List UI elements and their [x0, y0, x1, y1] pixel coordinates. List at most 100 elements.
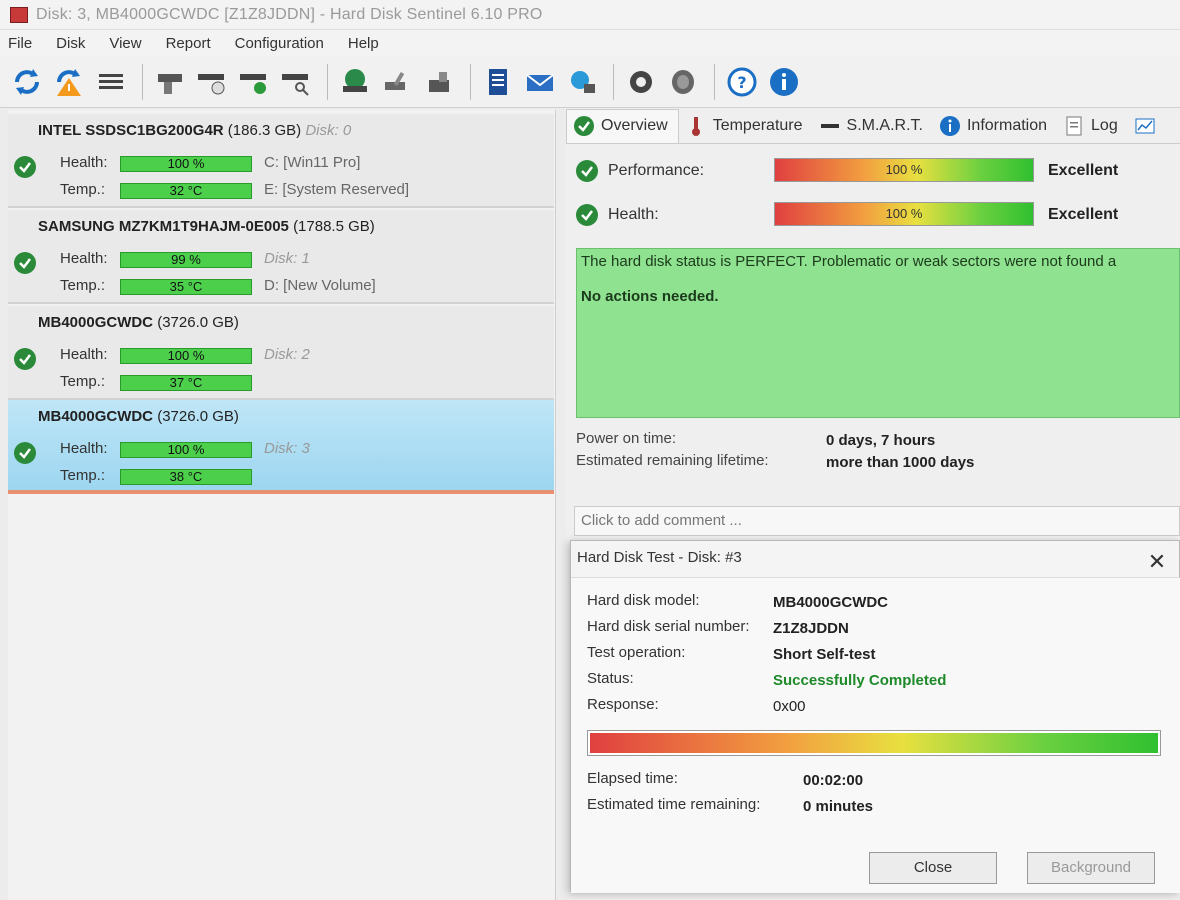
tab-information[interactable]: Information: [933, 109, 1057, 143]
info-button[interactable]: [765, 63, 803, 101]
toolbar-separator: [714, 63, 715, 100]
tab-overview[interactable]: Overview: [566, 108, 679, 143]
tab-label: Temperature: [712, 116, 803, 134]
disk-list-icon: [99, 73, 123, 89]
speaker-button[interactable]: [664, 63, 702, 101]
background-button[interactable]: Background: [1027, 852, 1155, 884]
menu-report[interactable]: Report: [166, 35, 211, 52]
mail-button[interactable]: [521, 63, 559, 101]
status-value: Successfully Completed: [773, 672, 947, 689]
speaker-icon: [672, 69, 694, 94]
operation-label: Test operation:: [587, 644, 686, 661]
check-icon: [576, 160, 598, 182]
power-on-label: Power on time:: [576, 430, 677, 447]
health-bar: 100 %: [120, 156, 252, 172]
model-value: MB4000GCWDC: [773, 594, 889, 611]
settings-button[interactable]: [622, 63, 660, 101]
network-icon: [571, 70, 595, 93]
alert-refresh-button[interactable]: [50, 63, 88, 101]
menu-disk[interactable]: Disk: [56, 35, 85, 52]
close-icon[interactable]: ✕: [1145, 551, 1169, 575]
temp-label: Temp.:: [60, 181, 106, 198]
performance-bar: 100 %: [774, 158, 1034, 182]
check-icon: [14, 442, 36, 464]
partition-label: D: [New Volume]: [264, 277, 376, 294]
check-icon: [576, 204, 598, 226]
response-label: Response:: [587, 696, 659, 713]
toolbar-separator: [327, 63, 328, 100]
help-button[interactable]: ?: [723, 63, 761, 101]
health-bar: 100 %: [120, 348, 252, 364]
menu-bar: File Disk View Report Configuration Help: [0, 30, 1180, 56]
disk-search-button[interactable]: [277, 63, 315, 101]
health-bar: 100 %: [774, 202, 1034, 226]
disk-number: Disk: 3: [264, 440, 310, 457]
performance-row: Performance:: [576, 160, 704, 182]
disk-list-panel: INTEL SSDSC1BG200G4R (186.3 GB) Disk: 0 …: [8, 110, 556, 900]
tab-temperature[interactable]: Temperature: [679, 109, 813, 143]
tab-bar: Overview Temperature S.M.A.R.T. Informat…: [566, 108, 1180, 144]
app-icon: [10, 6, 28, 23]
disk-schedule-button[interactable]: [193, 63, 231, 101]
temp-bar: 32 °C: [120, 183, 252, 199]
operation-value: Short Self-test: [773, 646, 876, 663]
globe-disk-button[interactable]: [336, 63, 374, 101]
lifetime-value: more than 1000 days: [826, 454, 975, 471]
menu-view[interactable]: View: [109, 35, 141, 52]
smart-icon: [820, 123, 839, 128]
disk-schedule-icon: [198, 73, 225, 94]
disk-info-button[interactable]: [151, 63, 189, 101]
menu-configuration[interactable]: Configuration: [235, 35, 324, 52]
temp-bar: 35 °C: [120, 279, 252, 295]
disk-capacity: (186.3 GB): [227, 122, 302, 139]
tab-smart[interactable]: S.M.A.R.T.: [813, 109, 933, 143]
tab-label: S.M.A.R.T.: [846, 116, 923, 134]
disk-entry-2[interactable]: MB4000GCWDC (3726.0 GB) Health: 100 % Di…: [8, 306, 554, 400]
network-button[interactable]: [563, 63, 601, 101]
close-button[interactable]: Close: [869, 852, 997, 884]
elapsed-value: 00:02:00: [803, 772, 864, 789]
temp-bar: 37 °C: [120, 375, 252, 391]
disk-title: MB4000GCWDC (3726.0 GB): [38, 314, 239, 331]
dialog-body: Hard disk model: MB4000GCWDC Hard disk s…: [571, 577, 1180, 893]
dialog-title: Hard Disk Test - Disk: #3: [577, 549, 742, 566]
progress-fill: [590, 733, 1158, 753]
health-bar: 99 %: [120, 252, 252, 268]
chart-icon: [1135, 118, 1155, 133]
disk-tools-icon: [385, 71, 405, 90]
menu-file[interactable]: File: [8, 35, 32, 52]
disk-search-icon: [282, 73, 309, 96]
disk-capacity: (3726.0 GB): [157, 408, 239, 425]
partition-label: C: [Win11 Pro]: [264, 154, 361, 171]
remaining-label: Estimated time remaining:: [587, 796, 761, 813]
temp-label: Temp.:: [60, 277, 106, 294]
alert-refresh-icon: [57, 68, 81, 96]
tab-log[interactable]: Log: [1057, 109, 1128, 143]
disk-number: Disk: 1: [264, 250, 310, 267]
report-button[interactable]: [479, 63, 517, 101]
disk-title: SAMSUNG MZ7KM1T9HAJM-0E005 (1788.5 GB): [38, 218, 375, 235]
disk-lock-button[interactable]: [420, 63, 458, 101]
menu-help[interactable]: Help: [348, 35, 379, 52]
disk-check-button[interactable]: [235, 63, 273, 101]
refresh-button[interactable]: [8, 63, 46, 101]
health-label: Health:: [60, 250, 108, 267]
disk-list-button[interactable]: [92, 63, 130, 101]
status-label: Status:: [587, 670, 634, 687]
disk-entry-0[interactable]: INTEL SSDSC1BG200G4R (186.3 GB) Disk: 0 …: [8, 114, 554, 208]
disk-entry-1[interactable]: SAMSUNG MZ7KM1T9HAJM-0E005 (1788.5 GB) H…: [8, 210, 554, 304]
status-text: The hard disk status is PERFECT. Problem…: [581, 253, 1117, 270]
test-progress-bar: [587, 730, 1161, 756]
disk-model: MB4000GCWDC: [38, 314, 154, 331]
comment-field[interactable]: Click to add comment ...: [574, 506, 1180, 536]
refresh-icon: [15, 68, 39, 95]
toolbar-separator: [613, 63, 614, 100]
serial-value: Z1Z8JDDN: [773, 620, 849, 637]
tab-performance[interactable]: [1128, 109, 1172, 143]
performance-label: Performance:: [608, 162, 705, 179]
actions-text: No actions needed.: [581, 288, 719, 305]
performance-rating: Excellent: [1048, 162, 1119, 179]
serial-label: Hard disk serial number:: [587, 618, 750, 635]
disk-tools-button[interactable]: [378, 63, 416, 101]
disk-entry-3[interactable]: MB4000GCWDC (3726.0 GB) Health: 100 % Di…: [8, 400, 554, 494]
